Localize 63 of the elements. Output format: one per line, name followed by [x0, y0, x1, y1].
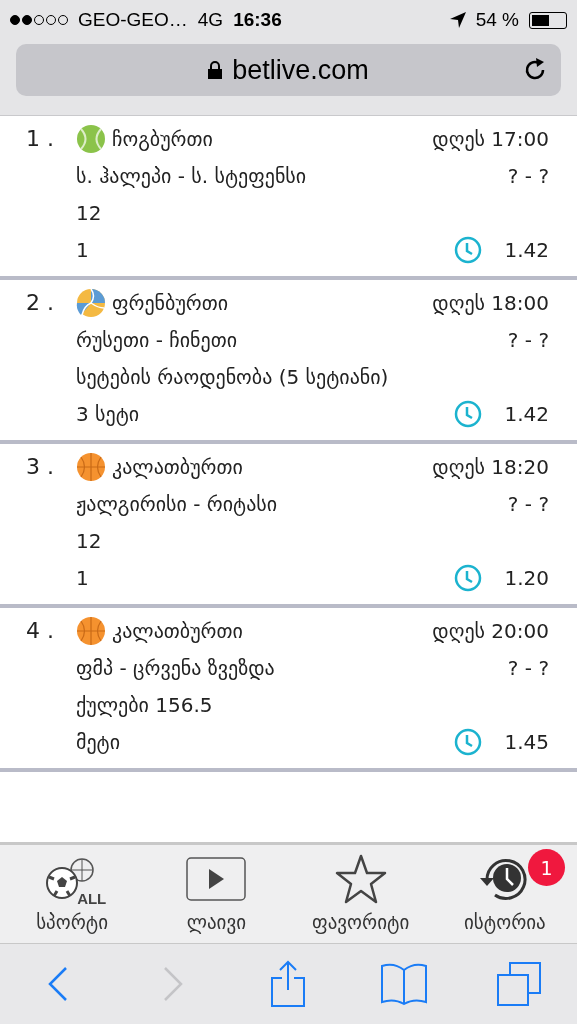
bet-pick: 1 — [76, 237, 89, 262]
event-time: დღეს 20:00 — [432, 618, 549, 643]
volleyball-icon — [76, 287, 106, 318]
event-number: 4 . — [26, 618, 55, 643]
bet-odds: 1.20 — [504, 565, 549, 590]
bet-odds: 1.45 — [504, 729, 549, 754]
match-name: რუსეთი - ჩინეთი — [76, 327, 238, 352]
bet-market: სეტების რაოდენობა (5 სეტიანი) — [76, 364, 389, 389]
tab-bar-item[interactable]: ALL სპორტი — [0, 845, 145, 943]
play-icon — [186, 857, 247, 901]
event-time: დღეს 18:20 — [432, 454, 549, 479]
bet-market: 12 — [76, 200, 102, 225]
bet-odds: 1.42 — [504, 237, 549, 262]
event-card[interactable]: 4 . კალათბურთი დღეს 20:00 ფმპ - ცრვენა ზვეზდა ? - ? ქულები 156.5 მეტი 1.45 — [0, 608, 577, 772]
address-bar[interactable]: betlive.com — [16, 44, 561, 96]
lock-icon — [208, 61, 223, 79]
match-name: ფმპ - ცრვენა ზვეზდა — [76, 655, 275, 680]
sport-name: ჩოგბურთი — [112, 126, 213, 151]
bet-market: ქულები 156.5 — [76, 692, 213, 717]
bet-pick: 3 სეტი — [76, 401, 140, 426]
bet-market: 12 — [76, 528, 102, 553]
tab-bar-item[interactable]: ლაივი — [144, 845, 289, 943]
basketball-icon — [76, 451, 106, 482]
event-time: დღეს 17:00 — [432, 126, 549, 151]
reload-icon[interactable] — [523, 58, 547, 82]
location-icon — [449, 12, 466, 28]
carrier-name: GEO-GEO… — [78, 9, 188, 31]
event-number: 3 . — [26, 454, 55, 479]
event-card[interactable]: 3 . კალათბურთი დღეს 18:20 ჟალგირისი - რიტასი ? - ? 12 1 1.20 — [0, 444, 577, 608]
basketball-icon — [76, 615, 106, 646]
match-name: ს. ჰალეპი - ს. სტეფენსი — [76, 163, 307, 188]
sport-name: კალათბურთი — [112, 454, 243, 479]
sport-name: ფრენბურთი — [112, 290, 229, 315]
notification-badge: 1 — [528, 849, 565, 886]
battery-icon — [529, 11, 567, 29]
tab-bar-item[interactable]: ფავორიტი — [288, 845, 433, 943]
match-name: ჟალგირისი - რიტასი — [76, 491, 278, 516]
bet-odds: 1.42 — [504, 401, 549, 426]
network-type: 4G — [197, 9, 224, 31]
tennis-ball-icon — [76, 123, 106, 154]
event-card[interactable]: 1 . ჩოგბურთი დღეს 17:00 ს. ჰალეპი - ს. სტეფენსი ? - ? 12 1 1.42 — [0, 116, 577, 280]
forward-chevron-icon — [163, 966, 184, 1002]
back-chevron-icon — [47, 966, 68, 1002]
event-time: დღეს 18:00 — [432, 290, 549, 315]
battery-percent: 54 % — [475, 9, 519, 31]
star-icon — [334, 854, 387, 904]
event-number: 2 . — [26, 290, 55, 315]
sport-name: კალათბურთი — [112, 618, 243, 643]
match-score: ? - ? — [507, 491, 549, 516]
clock-icon — [454, 727, 483, 756]
match-score: ? - ? — [507, 655, 549, 680]
clock-icon — [454, 235, 483, 264]
clock-icon — [454, 399, 483, 428]
tab-bar-item[interactable]: ისტორია 1 — [432, 845, 577, 943]
clock-time: 16:36 — [233, 9, 282, 31]
event-number: 1 . — [26, 126, 55, 151]
bet-pick: 1 — [76, 565, 89, 590]
all-label: ALL — [77, 890, 107, 907]
event-card[interactable]: 2 . ფრენბურთი დღეს 18:00 რუსეთი - ჩინეთი ? - ? სეტების რაოდენობა (5 სეტიანი) 3 სეტი 1.42 — [0, 280, 577, 444]
match-score: ? - ? — [507, 163, 549, 188]
bet-pick: მეტი — [76, 729, 121, 754]
clock-icon — [454, 563, 483, 592]
match-score: ? - ? — [507, 327, 549, 352]
